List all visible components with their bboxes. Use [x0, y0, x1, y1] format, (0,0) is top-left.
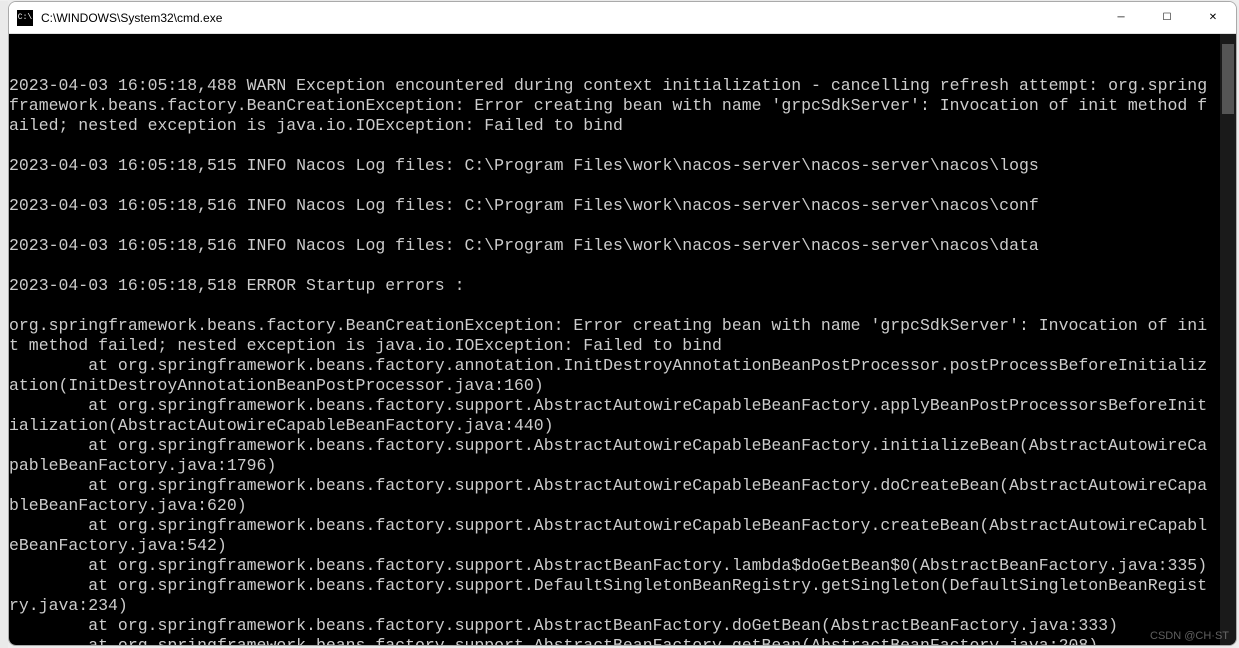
maximize-icon: ☐ [1163, 12, 1172, 23]
minimize-icon: ─ [1117, 12, 1124, 23]
cmd-window: C:\ C:\WINDOWS\System32\cmd.exe ─ ☐ ✕ 20… [8, 1, 1237, 646]
terminal-line: 2023-04-03 16:05:18,516 INFO Nacos Log f… [9, 236, 1216, 256]
terminal-line: at org.springframework.beans.factory.sup… [9, 576, 1216, 616]
terminal-line: 2023-04-03 16:05:18,518 ERROR Startup er… [9, 276, 1216, 296]
scrollbar-track[interactable] [1220, 34, 1236, 645]
close-icon: ✕ [1209, 12, 1217, 23]
maximize-button[interactable]: ☐ [1144, 2, 1190, 33]
scrollbar-thumb[interactable] [1222, 44, 1234, 114]
terminal-line: at org.springframework.beans.factory.sup… [9, 556, 1216, 576]
terminal-line [9, 136, 1216, 156]
terminal-line: at org.springframework.beans.factory.sup… [9, 616, 1216, 636]
terminal-line: org.springframework.beans.factory.BeanCr… [9, 316, 1216, 356]
terminal-line: 2023-04-03 16:05:18,516 INFO Nacos Log f… [9, 196, 1216, 216]
titlebar[interactable]: C:\ C:\WINDOWS\System32\cmd.exe ─ ☐ ✕ [9, 2, 1236, 34]
terminal-line [9, 176, 1216, 196]
watermark: CSDN @CH·ST [1150, 630, 1229, 642]
background-app-edge [0, 1, 8, 648]
terminal-line: 2023-04-03 16:05:18,488 WARN Exception e… [9, 76, 1216, 136]
terminal-line: 2023-04-03 16:05:18,515 INFO Nacos Log f… [9, 156, 1216, 176]
window-controls: ─ ☐ ✕ [1098, 2, 1236, 33]
cmd-icon: C:\ [17, 10, 33, 26]
terminal-line: at org.springframework.beans.factory.sup… [9, 516, 1216, 556]
terminal-line: at org.springframework.beans.factory.sup… [9, 476, 1216, 516]
terminal-line [9, 216, 1216, 236]
terminal-line [9, 256, 1216, 276]
minimize-button[interactable]: ─ [1098, 2, 1144, 33]
terminal-line: at org.springframework.beans.factory.ann… [9, 356, 1216, 396]
terminal-line: at org.springframework.beans.factory.sup… [9, 396, 1216, 436]
terminal-line: at org.springframework.beans.factory.sup… [9, 436, 1216, 476]
window-title: C:\WINDOWS\System32\cmd.exe [41, 11, 1098, 25]
terminal-line: at org.springframework.beans.factory.sup… [9, 636, 1216, 645]
close-button[interactable]: ✕ [1190, 2, 1236, 33]
terminal-output[interactable]: 2023-04-03 16:05:18,488 WARN Exception e… [9, 34, 1236, 645]
terminal-line [9, 296, 1216, 316]
